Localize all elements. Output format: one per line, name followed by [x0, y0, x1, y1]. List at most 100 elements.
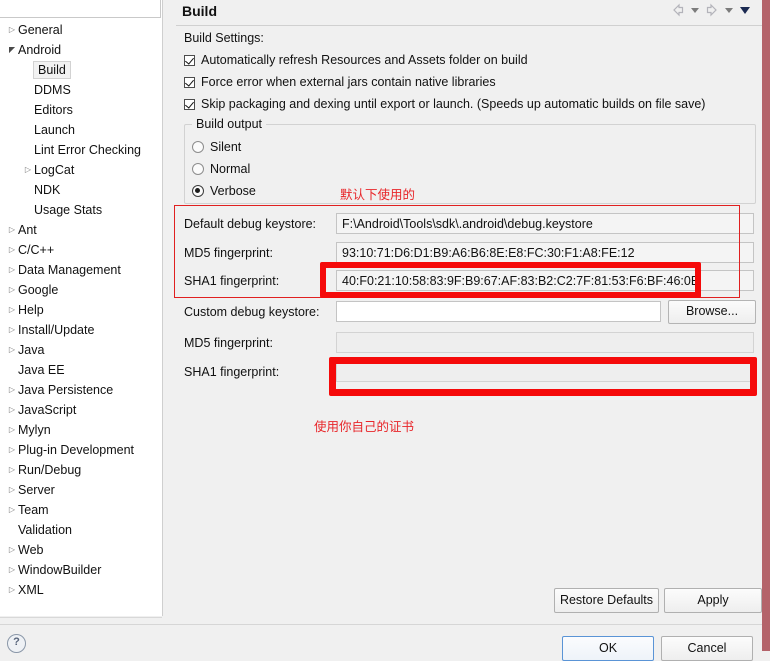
panel-nav-toolbar[interactable] [670, 2, 752, 18]
help-icon[interactable]: ? [7, 634, 26, 653]
annotation-default-used: 默认下使用的 [340, 187, 416, 202]
chevron-right-icon[interactable]: ▷ [6, 480, 18, 500]
tree-item-label: Run/Debug [18, 463, 82, 477]
panel-menu-chevron-down-icon[interactable] [740, 6, 750, 14]
chevron-right-icon[interactable]: ▷ [6, 460, 18, 480]
annotation-use-own-certificate: 使用你自己的证书 [314, 419, 415, 434]
apply-button[interactable]: Apply [664, 588, 762, 613]
tree-item-xml[interactable]: ▷ XML [0, 580, 162, 600]
tree-item-plug-in-development[interactable]: ▷ Plug-in Development [0, 440, 162, 460]
checkbox-box-icon[interactable] [184, 76, 195, 88]
tree-item-launch[interactable]: Launch [0, 120, 162, 140]
field-custom-debug-keystore[interactable] [336, 301, 661, 322]
tree-item-usage-stats[interactable]: Usage Stats [0, 200, 162, 220]
tree-item-label: Ant [18, 223, 37, 237]
tree-item-build[interactable]: Build [0, 60, 162, 80]
label-sha1-fingerprint-custom: SHA1 fingerprint: [184, 365, 280, 379]
checkbox-label: Force error when external jars contain n… [201, 75, 496, 89]
chevron-right-icon[interactable]: ▷ [6, 400, 18, 420]
tree-item-android[interactable]: ◢ Android [0, 40, 162, 60]
chevron-right-icon[interactable]: ▷ [6, 260, 18, 280]
radio-verbose[interactable]: Verbose [192, 184, 256, 198]
chevron-right-icon[interactable]: ▷ [6, 220, 18, 240]
tree-item-lint-error-checking[interactable]: Lint Error Checking [0, 140, 162, 160]
tree-item-ndk[interactable]: NDK [0, 180, 162, 200]
radio-button-icon[interactable] [192, 141, 204, 153]
chevron-right-icon[interactable]: ▷ [6, 300, 18, 320]
tree-item-label: Lint Error Checking [34, 143, 141, 157]
checkbox-box-icon[interactable] [184, 98, 195, 110]
tree-item-label: Plug-in Development [18, 443, 135, 457]
chevron-right-icon[interactable]: ▷ [6, 320, 18, 340]
browse-button[interactable]: Browse... [668, 300, 756, 324]
radio-label: Normal [210, 162, 251, 176]
tree-filter-input[interactable] [0, 0, 161, 18]
tree-item-ddms[interactable]: DDMS [0, 80, 162, 100]
tree-item-data-management[interactable]: ▷ Data Management [0, 260, 162, 280]
field-default-debug-keystore[interactable]: F:\Android\Tools\sdk\.android\debug.keys… [336, 213, 754, 234]
back-arrow-icon[interactable] [670, 2, 686, 18]
tree-item-ant[interactable]: ▷ Ant [0, 220, 162, 240]
chevron-right-icon[interactable]: ▷ [6, 580, 18, 600]
highlight-sha1-default-field [320, 262, 701, 298]
checkbox-auto-refresh-resources[interactable]: Automatically refresh Resources and Asse… [184, 53, 528, 67]
build-settings-label: Build Settings: [184, 31, 264, 45]
tree-item-install-update[interactable]: ▷ Install/Update [0, 320, 162, 340]
tree-item-label: Java Persistence [18, 383, 114, 397]
chevron-down-icon[interactable]: ◢ [6, 40, 18, 60]
tree-item-validation[interactable]: Validation [0, 520, 162, 540]
radio-button-icon[interactable] [192, 185, 204, 197]
checkbox-skip-packaging-dexing[interactable]: Skip packaging and dexing until export o… [184, 97, 705, 111]
tree-item-google[interactable]: ▷ Google [0, 280, 162, 300]
tree-item-editors[interactable]: Editors [0, 100, 162, 120]
build-preferences-panel: Build Build Settings: Automatically refr… [176, 0, 762, 616]
tree-item-web[interactable]: ▷ Web [0, 540, 162, 560]
chevron-right-icon[interactable]: ▷ [22, 160, 34, 180]
radio-normal[interactable]: Normal [192, 162, 250, 176]
cancel-button[interactable]: Cancel [661, 636, 753, 661]
chevron-right-icon[interactable]: ▷ [6, 280, 18, 300]
tree-item-run-debug[interactable]: ▷ Run/Debug [0, 460, 162, 480]
forward-history-chevron-down-icon[interactable] [725, 7, 733, 13]
tree-item-java-ee[interactable]: Java EE [0, 360, 162, 380]
tree-item-team[interactable]: ▷ Team [0, 500, 162, 520]
tree-item-mylyn[interactable]: ▷ Mylyn [0, 420, 162, 440]
chevron-right-icon[interactable]: ▷ [6, 420, 18, 440]
chevron-right-icon[interactable]: ▷ [6, 340, 18, 360]
label-md5-fingerprint-custom: MD5 fingerprint: [184, 336, 273, 350]
chevron-right-icon[interactable]: ▷ [6, 500, 18, 520]
dialog-footer-divider [0, 624, 762, 625]
chevron-right-icon[interactable]: ▷ [6, 20, 18, 40]
chevron-right-icon[interactable]: ▷ [6, 240, 18, 260]
tree-item-label: JavaScript [18, 403, 77, 417]
radio-silent[interactable]: Silent [192, 140, 241, 154]
tree-item-label: Help [18, 303, 44, 317]
field-md5-fingerprint-default[interactable]: 93:10:71:D6:D1:B9:A6:B6:8E:E8:FC:30:F1:A… [336, 242, 754, 263]
chevron-right-icon[interactable]: ▷ [6, 560, 18, 580]
tree-item-label: Java EE [18, 363, 65, 377]
forward-arrow-icon[interactable] [704, 2, 720, 18]
radio-button-icon[interactable] [192, 163, 204, 175]
checkbox-force-error-native-libs[interactable]: Force error when external jars contain n… [184, 75, 496, 89]
back-history-chevron-down-icon[interactable] [691, 7, 699, 13]
checkbox-box-icon[interactable] [184, 54, 195, 66]
tree-item-server[interactable]: ▷ Server [0, 480, 162, 500]
chevron-right-icon[interactable]: ▷ [6, 540, 18, 560]
chevron-right-icon[interactable]: ▷ [6, 440, 18, 460]
tree-item-label: Mylyn [18, 423, 51, 437]
checkbox-label: Skip packaging and dexing until export o… [201, 97, 706, 111]
tree-item-label: XML [18, 583, 44, 597]
tree-item-java-persistence[interactable]: ▷ Java Persistence [0, 380, 162, 400]
preferences-tree[interactable]: ▷ General ◢ Android Build DDMS Editors Launch Li… [0, 20, 162, 600]
tree-item-c-c[interactable]: ▷ C/C++ [0, 240, 162, 260]
tree-item-windowbuilder[interactable]: ▷ WindowBuilder [0, 560, 162, 580]
tree-item-java[interactable]: ▷ Java [0, 340, 162, 360]
restore-defaults-button[interactable]: Restore Defaults [554, 588, 659, 613]
tree-item-general[interactable]: ▷ General [0, 20, 162, 40]
tree-item-logcat[interactable]: ▷ LogCat [0, 160, 162, 180]
chevron-right-icon[interactable]: ▷ [6, 380, 18, 400]
tree-item-help[interactable]: ▷ Help [0, 300, 162, 320]
build-output-group [184, 124, 756, 204]
tree-item-javascript[interactable]: ▷ JavaScript [0, 400, 162, 420]
ok-button[interactable]: OK [562, 636, 654, 661]
